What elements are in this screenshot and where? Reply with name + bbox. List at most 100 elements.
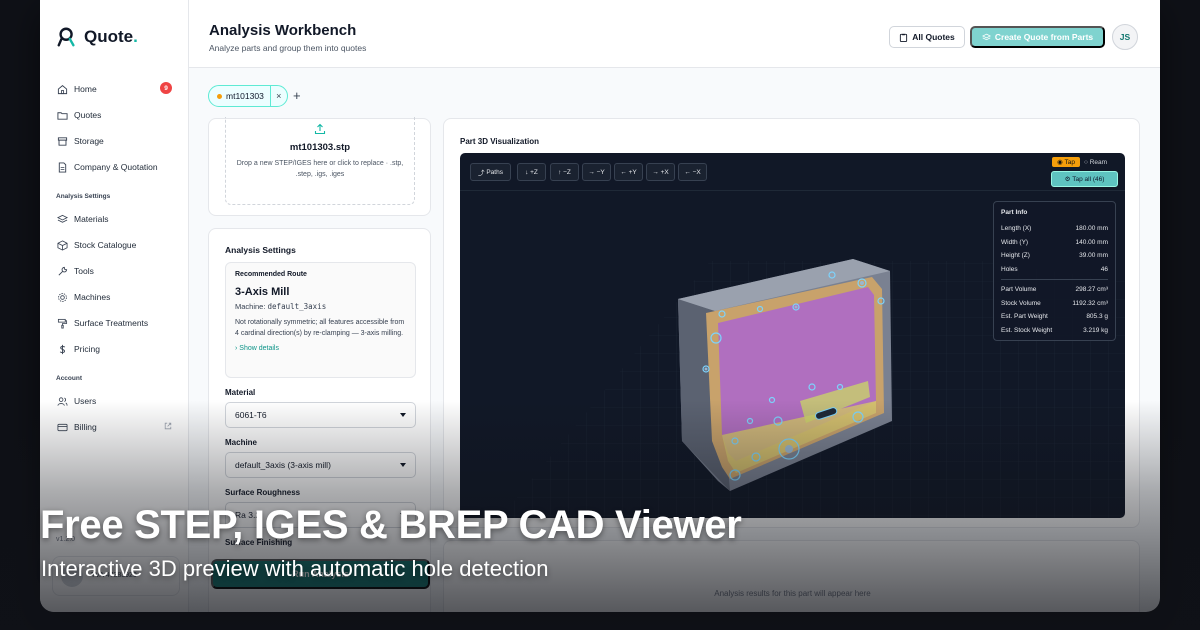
create-quote-button[interactable]: Create Quote from Parts (970, 26, 1105, 48)
view-plus-z-button[interactable]: ↓ +Z (517, 163, 546, 181)
sidebar-section-account: Account (56, 375, 82, 382)
view-minus-z-button[interactable]: ↑ −Z (550, 163, 579, 181)
view-plus-x-button[interactable]: → +X (646, 163, 675, 181)
tap-ream-toggle[interactable]: ◉ Tap ○ Ream (1052, 157, 1111, 167)
part-info-panel: Part Info Length (X) 180.00 mm Width (Y) 1… (993, 201, 1116, 341)
paths-icon: ⤴ (478, 170, 487, 177)
material-select[interactable]: 6061-T6 (225, 402, 416, 428)
sidebar-item-users[interactable]: Users (48, 388, 182, 414)
sidebar-item-pricing[interactable]: Pricing (48, 336, 182, 362)
view-plus-y-button[interactable]: ← +Y (614, 163, 643, 181)
home-icon (56, 83, 68, 95)
viewer-toolbar: ⤴ Paths ↓ +Z ↑ −Z → −Y ← +Y → +X ← −X ◉ … (460, 153, 1125, 191)
dropzone-hint: Drop a new STEP/IGES here or click to re… (236, 160, 404, 178)
all-quotes-label: All Quotes (912, 32, 955, 42)
roughness-label: Surface Roughness (225, 488, 301, 497)
create-quote-label: Create Quote from Parts (994, 32, 1094, 42)
show-details-link[interactable]: › Show details (235, 345, 406, 352)
brand-name: Quote. (84, 27, 138, 46)
sidebar-item-storage[interactable]: Storage (48, 128, 182, 154)
sidebar-nav: Home 9 Quotes Storage Company & Quotatio… (48, 76, 182, 440)
box-icon (56, 239, 68, 251)
route-kicker: Recommended Route (235, 271, 307, 278)
settings-title: Analysis Settings (225, 245, 296, 255)
info-row-part-weight: Est. Part Weight 805.3 g (1001, 313, 1108, 321)
sidebar-item-tools[interactable]: Tools (48, 258, 182, 284)
tab-part-label-wrap[interactable]: mt101303 (209, 86, 271, 106)
material-label: Material (225, 388, 256, 397)
viewer-title: Part 3D Visualization (460, 137, 539, 146)
page-subtitle: Analyze parts and group them into quotes (209, 43, 367, 53)
upload-card: mt101303.stp Drop a new STEP/IGES here o… (208, 117, 431, 216)
sidebar-item-quotes[interactable]: Quotes (48, 102, 182, 128)
user-avatar[interactable]: JS (1112, 24, 1138, 50)
hero-title: Free STEP, IGES & BREP CAD Viewer (40, 503, 742, 547)
3d-viewer[interactable]: ⤴ Paths ↓ +Z ↑ −Z → −Y ← +Y → +X ← −X ◉ … (460, 153, 1125, 518)
analysis-settings-card: Analysis Settings Recommended Route 3-Ax… (208, 228, 431, 612)
sidebar-item-label: Surface Treatments (74, 318, 149, 328)
route-name: 3-Axis Mill (235, 286, 290, 298)
sidebar-item-label: Stock Catalogue (74, 240, 137, 250)
sidebar-item-label: Machines (74, 292, 111, 302)
close-tab-icon[interactable]: × (271, 91, 287, 101)
info-row-length: Length (X) 180.00 mm (1001, 225, 1108, 233)
sidebar-item-label: Materials (74, 214, 109, 224)
uploaded-filename: mt101303.stp (289, 142, 351, 153)
brand[interactable]: Quote. (56, 26, 138, 48)
info-divider (1001, 279, 1108, 280)
layers-icon (56, 213, 68, 225)
sidebar-item-label: Storage (74, 136, 104, 146)
sidebar-item-materials[interactable]: Materials (48, 206, 182, 232)
tab-part-label: mt101303 (226, 91, 264, 101)
sidebar-item-company[interactable]: Company & Quotation (48, 154, 182, 180)
route-machine: Machine: default_3axis (235, 302, 327, 311)
external-link-icon (164, 422, 172, 432)
sidebar-item-machines[interactable]: Machines (48, 284, 182, 310)
sidebar-item-home[interactable]: Home 9 (48, 76, 182, 102)
view-minus-y-button[interactable]: → −Y (582, 163, 611, 181)
chevron-down-icon (400, 463, 406, 467)
paths-button[interactable]: ⤴ Paths (470, 163, 511, 181)
layers-icon (981, 33, 991, 40)
visualization-card: Part 3D Visualization ⤴ Paths ↓ +Z ↑ −Z … (443, 118, 1140, 528)
brand-logo-icon (57, 27, 75, 47)
sidebar-item-label: Billing (74, 422, 97, 432)
info-row-part-volume: Part Volume 298.27 cm³ (1001, 286, 1108, 294)
sidebar-item-label: Pricing (74, 344, 100, 354)
view-minus-x-button[interactable]: ← −X (678, 163, 707, 181)
page-header: Analysis Workbench Analyze parts and gro… (189, 0, 1160, 68)
sidebar-item-label: Company & Quotation (74, 162, 158, 172)
machine-value: default_3axis (3-axis mill) (235, 460, 331, 470)
gear-icon: ⚙ (1064, 176, 1073, 183)
tap-mode-option[interactable]: ◉ Tap (1052, 157, 1080, 167)
info-row-height: Height (Z) 39.00 mm (1001, 252, 1108, 260)
add-tab-icon[interactable]: + (293, 88, 301, 103)
upload-icon (226, 123, 414, 138)
credit-card-icon (56, 421, 68, 433)
tab-part[interactable]: mt101303 × (208, 85, 288, 107)
sidebar-item-label: Quotes (74, 110, 102, 120)
material-value: 6061-T6 (235, 410, 267, 420)
tap-all-button[interactable]: ⚙ Tap all (46) (1051, 171, 1118, 187)
machine-label: Machine (225, 438, 258, 447)
ream-mode-option[interactable]: ○ Ream (1080, 157, 1111, 167)
all-quotes-button[interactable]: All Quotes (889, 26, 965, 48)
machine-select[interactable]: default_3axis (3-axis mill) (225, 452, 416, 478)
recommended-route-panel: Recommended Route 3-Axis Mill Machine: d… (225, 262, 416, 378)
sidebar-item-billing[interactable]: Billing (48, 414, 182, 440)
results-placeholder: Analysis results for this part will appe… (714, 589, 871, 598)
gear-icon (56, 291, 68, 303)
notification-badge: 9 (160, 82, 172, 94)
dollar-icon (56, 343, 68, 355)
route-machine-code: default_3axis (267, 302, 327, 311)
folder-icon (56, 109, 68, 121)
info-row-width: Width (Y) 140.00 mm (1001, 238, 1108, 246)
sidebar-item-stock[interactable]: Stock Catalogue (48, 232, 182, 258)
status-dot-icon (217, 93, 222, 99)
info-row-holes: Holes 46 (1001, 265, 1108, 273)
file-dropzone[interactable]: mt101303.stp Drop a new STEP/IGES here o… (225, 117, 415, 205)
sidebar-item-label: Users (74, 396, 97, 406)
sidebar-item-surface[interactable]: Surface Treatments (48, 310, 182, 336)
info-row-stock-volume: Stock Volume 1192.32 cm³ (1001, 299, 1108, 307)
sidebar-section-analysis: Analysis Settings (56, 193, 111, 200)
